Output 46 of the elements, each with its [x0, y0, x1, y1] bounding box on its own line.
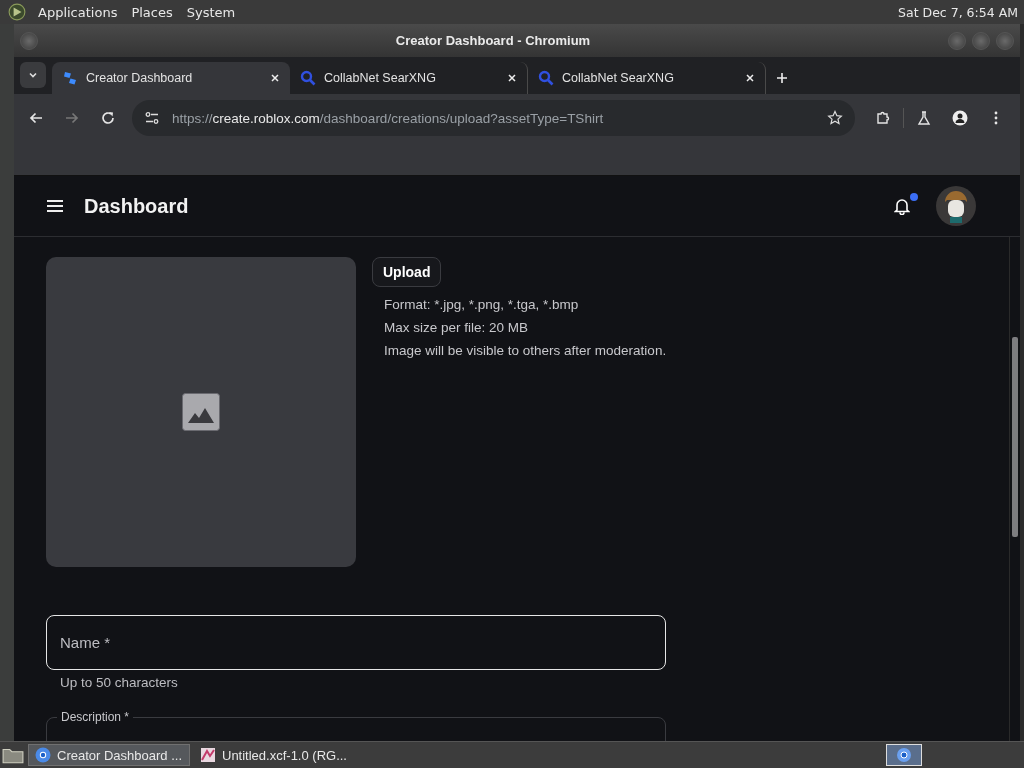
reload-icon[interactable] — [100, 110, 116, 126]
site-settings-icon[interactable] — [144, 110, 160, 126]
image-placeholder-icon — [182, 393, 220, 431]
address-bar[interactable]: https://create.roblox.com/dashboard/creations/upload?assetType=TShirt — [132, 100, 855, 136]
menu-icon[interactable] — [47, 200, 63, 212]
new-tab-icon[interactable] — [776, 72, 788, 84]
avatar[interactable] — [936, 186, 976, 226]
panel-menu[interactable]: Places — [129, 4, 175, 20]
bookmark-star-icon[interactable] — [827, 110, 843, 126]
scrollbar[interactable] — [1009, 237, 1020, 741]
window-title: Creator Dashboard - Chromium — [394, 33, 592, 48]
notification-bell-icon[interactable] — [894, 197, 910, 215]
browser-icon[interactable] — [886, 744, 922, 766]
taskbar-item[interactable]: Untitled.xcf-1.0 (RG... — [194, 744, 356, 766]
name-field[interactable]: Name * — [46, 615, 666, 670]
panel-menu[interactable]: System — [184, 4, 238, 20]
url-text: https://create.roblox.com/dashboard/creations/upload?assetType=TShirt — [172, 110, 605, 126]
upload-button[interactable]: Upload — [372, 257, 442, 287]
panel-menu[interactable]: Applications — [36, 4, 120, 20]
upload-requirement: Max size per file: 20 MB — [384, 319, 529, 337]
studio-logo-icon — [62, 70, 78, 86]
clock[interactable]: Sat Dec 7, 6:54 AM — [898, 4, 1018, 20]
scroll-thumb[interactable] — [1012, 337, 1018, 537]
tab-search-button[interactable] — [20, 62, 46, 88]
flask-icon[interactable] — [916, 110, 932, 126]
field-label: Description * — [60, 710, 131, 724]
upload-requirement: Image will be visible to others after moderation. — [384, 342, 667, 360]
browser-icon — [35, 747, 51, 763]
caret-icon — [28, 70, 38, 80]
close-icon[interactable] — [745, 73, 755, 83]
close-icon[interactable] — [270, 73, 280, 83]
upload-requirement: Format: *.jpg, *.png, *.tga, *.bmp — [384, 296, 579, 314]
paint-icon — [200, 747, 216, 763]
search-icon — [538, 70, 554, 86]
browser-tab[interactable]: Creator Dashboard — [52, 62, 290, 94]
close-icon[interactable] — [507, 73, 517, 83]
back-icon[interactable] — [28, 110, 44, 126]
search-icon — [300, 70, 316, 86]
page-title: Dashboard — [84, 194, 189, 218]
helper-text: Up to 50 characters — [60, 675, 179, 690]
foot-logo-icon[interactable] — [8, 3, 26, 21]
profile-icon[interactable] — [952, 110, 968, 126]
taskbar-item[interactable]: Creator Dashboard ... — [28, 744, 190, 766]
forward-icon[interactable] — [64, 110, 80, 126]
folder-icon[interactable] — [2, 746, 24, 764]
extensions-icon[interactable] — [875, 110, 891, 126]
